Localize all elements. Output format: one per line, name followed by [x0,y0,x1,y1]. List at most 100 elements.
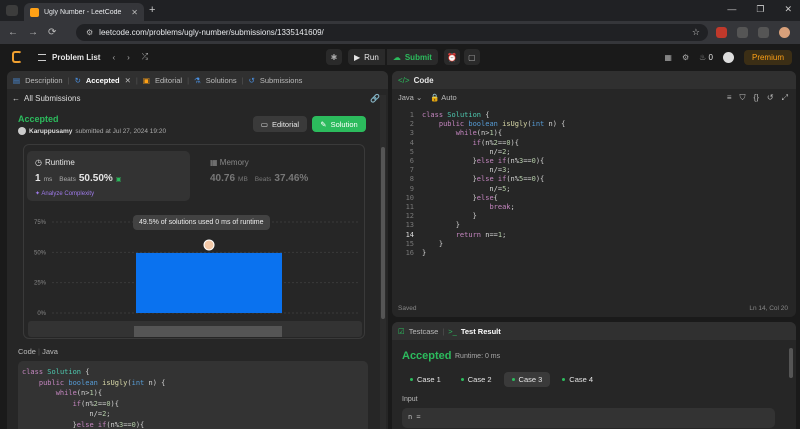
prev-problem-icon[interactable]: ‹ [112,53,115,62]
scrollbar-thumb[interactable] [789,348,793,378]
language-select[interactable]: Java ⌄ [398,93,422,102]
auto-mode-label: Auto [441,93,457,102]
close-tab-accepted-icon[interactable]: ✕ [125,76,131,85]
stats-card: ◷ Runtime 1 ms Beats 50.50% ▣ ✦ Analyze … [23,144,365,339]
left-tabs: ▤ Description | ↻ Accepted ✕ | ▣ Editori… [7,71,388,89]
runtime-card[interactable]: ◷ Runtime 1 ms Beats 50.50% ▣ ✦ Analyze … [27,151,190,201]
tab-editorial[interactable]: Editorial [155,76,182,85]
range-slider-selection[interactable] [134,326,282,337]
tab-accepted[interactable]: Accepted [86,76,120,85]
analyze-complexity-label: Analyze Complexity [41,191,95,197]
run-button[interactable]: ▶ Run [348,49,385,65]
test-panel-tabs: ☑ Testcase | >_ Test Result [392,322,796,340]
editorial-button-label: Editorial [271,119,300,129]
shuffle-icon[interactable]: ⤮ [142,52,148,62]
site-info-icon[interactable]: ⚙ [86,28,93,37]
bookmark-icon[interactable]: ⛉ [740,93,746,103]
next-problem-icon[interactable]: › [127,53,130,62]
memory-card[interactable]: ▦ Memory 40.76 MB Beats 37.46% [202,151,352,201]
submitted-time: submitted at Jul 27, 2024 19:20 [75,127,167,135]
extension-icon[interactable] [716,27,727,38]
test-case-2[interactable]: Case 2 [453,372,500,387]
code-panel-title: Code [413,75,434,85]
reload-icon[interactable]: ⟳ [48,27,56,38]
close-window-icon[interactable]: ✕ [784,4,792,15]
braces-icon[interactable]: {} [754,93,759,103]
edit-icon: ✎ [320,119,327,129]
settings-gear-icon[interactable]: ⚙ [682,53,689,62]
close-tab-icon[interactable]: ✕ [131,8,138,17]
test-panel-scrollbar[interactable] [789,344,794,424]
left-panel-scrollbar[interactable] [380,95,386,429]
code-line: } [422,249,427,257]
submitter-name[interactable]: Karuppusamy [29,128,72,135]
all-submissions-label: All Submissions [24,94,81,103]
code-line: break; [489,203,515,211]
tab-description[interactable]: Description [25,76,63,85]
memory-label: Memory [219,158,249,167]
fullscreen-icon[interactable]: ⤢ [782,93,788,103]
problem-list-nav[interactable]: Problem List ‹ › ⤮ [38,52,148,62]
sidebar-icon[interactable] [758,27,769,38]
line-number: 13 [405,221,414,230]
test-panel: ☑ Testcase | >_ Test Result Accepted Run… [392,322,796,429]
memory-beats-label: Beats [254,176,272,183]
address-bar[interactable]: ⚙ leetcode.com/problems/ugly-number/subm… [76,24,708,41]
notes-button[interactable]: ▢ [463,49,480,65]
auto-mode-toggle[interactable]: 🔒 Auto [430,93,456,102]
submission-status: Accepted [18,114,59,124]
solution-button[interactable]: ✎ Solution [312,116,366,132]
test-case-3[interactable]: Case 3 [503,372,551,387]
browser-tab[interactable]: Ugly Number - LeetCode ✕ [24,3,144,21]
list-icon [38,53,46,61]
streak-counter[interactable]: ♨ 0 [699,53,713,62]
back-icon[interactable]: ← [8,27,18,38]
test-case-4[interactable]: Case 4 [554,372,601,387]
bookmark-star-icon[interactable]: ☆ [692,27,700,38]
maximize-icon[interactable]: ❐ [756,4,764,15]
editorial-icon: ▣ [142,75,150,85]
code-line: if(n%2==0){ [472,138,519,147]
format-icon[interactable]: ≡ [727,93,732,103]
line-number: 8 [409,175,414,184]
leetcode-logo-icon[interactable] [12,51,22,63]
tab-search-icon[interactable] [6,5,18,16]
test-runtime: Runtime: 0 ms [455,353,501,360]
checkbox-icon: ☑ [398,326,405,336]
runtime-beats-label: Beats [59,176,76,183]
your-submission-marker [203,239,215,251]
scrollbar-thumb[interactable] [381,147,385,319]
code-editor[interactable]: 1 class Solution {2 public boolean isUgly… [392,108,796,298]
chart-bar[interactable] [136,252,282,313]
profile-avatar[interactable] [779,27,790,38]
user-avatar[interactable] [722,52,734,63]
copy-link-icon[interactable]: 🔗 [370,94,380,103]
tab-test-result[interactable]: Test Result [461,327,501,336]
tab-submissions[interactable]: Submissions [260,76,303,85]
tab-solutions[interactable]: Solutions [206,76,237,85]
extensions-puzzle-icon[interactable] [737,27,748,38]
debug-button[interactable]: ✱ [326,49,342,65]
test-case-1[interactable]: Case 1 [402,372,449,387]
analyze-complexity-link[interactable]: ✦ Analyze Complexity [35,190,94,197]
premium-button[interactable]: Premium [743,50,792,65]
reset-icon[interactable]: ↺ [767,93,774,103]
all-submissions-link[interactable]: ← All Submissions [12,94,80,103]
line-number: 9 [409,184,414,193]
submit-label: Submit [404,52,432,62]
test-result-status: Accepted [402,350,452,362]
forward-icon[interactable]: → [28,27,38,38]
line-number: 4 [409,138,414,147]
minimize-icon[interactable]: — [727,4,736,15]
editorial-button[interactable]: ▭ Editorial [253,116,307,132]
run-label: Run [364,52,379,62]
memory-chip-icon: ▦ [210,158,218,167]
code-line: } [422,212,477,221]
timer-button[interactable]: ⏰ [443,49,460,65]
description-icon: ▤ [13,75,21,85]
new-tab-icon[interactable]: + [149,4,155,16]
submit-button[interactable]: ☁ Submit [386,49,438,65]
tab-testcase[interactable]: Testcase [409,327,439,336]
layout-grid-icon[interactable]: ▦ [664,53,672,62]
solution-button-label: Solution [330,119,358,129]
